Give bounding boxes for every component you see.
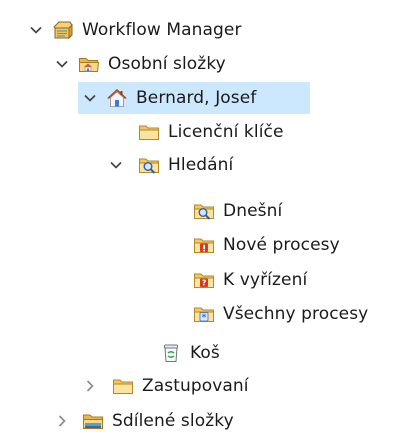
tree-node-workflow-manager[interactable]: Workflow Manager	[28, 14, 242, 46]
tree-node-label: Sdílené složky	[112, 411, 234, 431]
tree-node-label: Bernard, Josef	[136, 88, 257, 108]
chevron-right-icon[interactable]	[54, 413, 70, 429]
svg-text:?: ?	[202, 279, 206, 288]
folder-tree: Workflow Manager Osobní složky Bernard, …	[0, 0, 414, 439]
tree-node-label: Koš	[190, 343, 220, 363]
svg-text:*: *	[202, 313, 207, 323]
user-home-icon	[106, 87, 128, 109]
search-folder-icon	[138, 154, 160, 176]
tree-node-label: Všechny procesy	[223, 304, 369, 324]
tree-node-search[interactable]: Hledání	[108, 149, 233, 181]
tree-node-label: Workflow Manager	[82, 20, 242, 40]
tree-node-label: Zastupovaní	[142, 376, 249, 396]
workflow-manager-icon	[52, 19, 74, 41]
tree-node-delegated[interactable]: Zastupovaní	[82, 370, 249, 402]
chevron-down-icon[interactable]	[82, 90, 98, 106]
tree-node-trash[interactable]: Koš	[160, 337, 220, 369]
tree-node-to-handle[interactable]: ? K vyřízení	[193, 264, 307, 296]
tree-node-label: K vyřízení	[223, 270, 308, 290]
tree-node-label: Nové procesy	[223, 235, 340, 255]
tree-node-license-keys[interactable]: Licenční klíče	[138, 116, 284, 148]
tree-node-label: Licenční klíče	[168, 122, 284, 142]
tree-node-personal-folders[interactable]: Osobní složky	[54, 48, 226, 80]
tree-node-label: Hledání	[168, 155, 234, 175]
tree-node-user-bernard-josef[interactable]: Bernard, Josef	[78, 82, 310, 114]
tree-node-label: Dnešní	[223, 201, 283, 221]
tree-node-today[interactable]: Dnešní	[193, 195, 282, 227]
asterisk-folder-icon: *	[193, 303, 215, 325]
tree-node-label: Osobní složky	[108, 54, 226, 74]
folder-icon	[138, 121, 160, 143]
chevron-down-icon[interactable]	[54, 56, 70, 72]
tree-node-all-processes[interactable]: * Všechny procesy	[193, 298, 368, 330]
chevron-down-icon[interactable]	[108, 157, 124, 173]
exclamation-folder-icon	[193, 234, 215, 256]
question-folder-icon: ?	[193, 269, 215, 291]
chevron-right-icon[interactable]	[82, 378, 98, 394]
tree-node-shared-folders[interactable]: Sdílené složky	[54, 405, 234, 437]
search-folder-icon	[193, 200, 215, 222]
chevron-down-icon[interactable]	[28, 22, 44, 38]
trash-icon	[160, 342, 182, 364]
shared-folders-icon	[82, 410, 104, 432]
tree-node-new-processes[interactable]: Nové procesy	[193, 229, 340, 261]
personal-folders-icon	[78, 53, 100, 75]
folder-icon	[112, 375, 134, 397]
